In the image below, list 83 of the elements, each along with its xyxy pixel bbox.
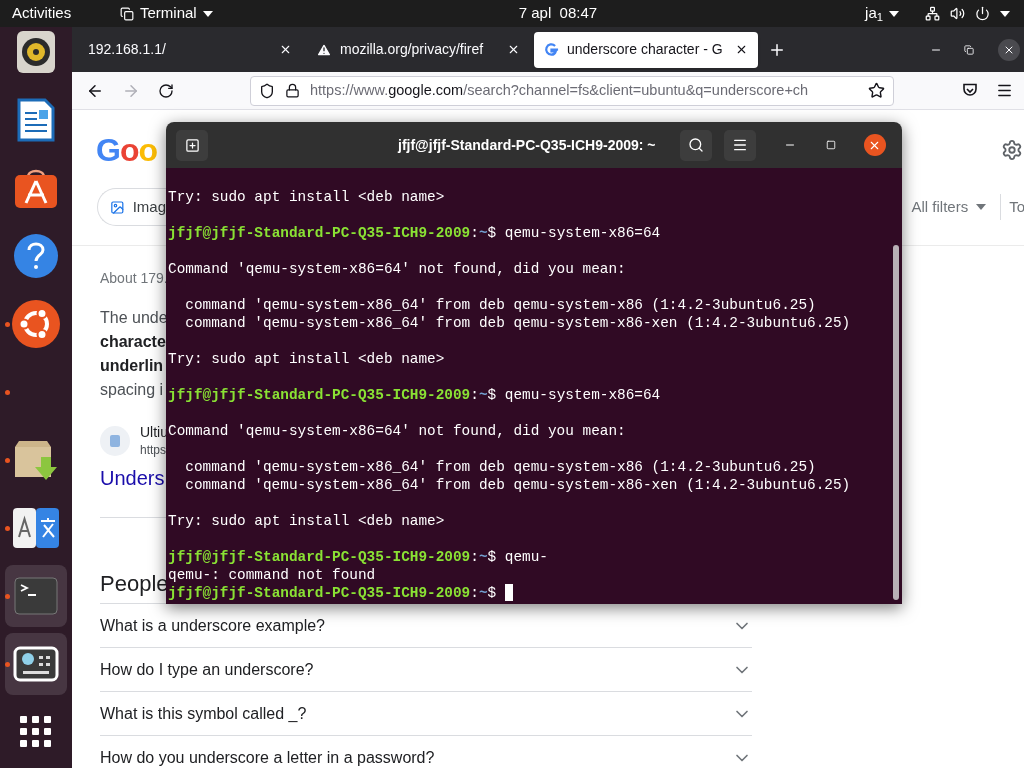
caret-icon xyxy=(202,10,213,17)
window-title: jfjf@jfjf-Standard-PC-Q35-ICH9-2009: ~ xyxy=(398,135,656,155)
keyboard-icon[interactable] xyxy=(13,646,59,682)
snippet-text: underlin xyxy=(100,356,164,376)
bookmark-star-icon[interactable] xyxy=(868,82,885,99)
prompt-line: jfjf@jfjf-Standard-PC-Q35-ICH9-2009:~$ xyxy=(168,584,497,602)
tools-button[interactable]: To xyxy=(1009,195,1024,219)
speaker-icon[interactable] xyxy=(16,30,56,74)
tab-title: 192.168.1.1/ xyxy=(88,40,167,59)
shield-icon xyxy=(259,82,275,99)
question-row[interactable]: How do I type an underscore? xyxy=(100,647,752,691)
app-grid-icon[interactable] xyxy=(20,716,52,748)
image-icon xyxy=(110,198,125,216)
menu-button[interactable] xyxy=(723,129,756,161)
translate-icon[interactable] xyxy=(13,508,59,548)
question-row[interactable]: How do you underscore a letter in a password? xyxy=(100,735,752,768)
snippet-text: characte xyxy=(100,332,166,352)
volume-icon xyxy=(950,6,966,21)
site-url: https xyxy=(140,442,166,459)
terminal-output: Try: sudo apt install <deb name> xyxy=(168,188,445,206)
close-button[interactable] xyxy=(998,38,1020,61)
browser-tab[interactable]: underscore character - G xyxy=(534,31,758,68)
reload-icon[interactable] xyxy=(158,82,174,99)
caret-icon xyxy=(889,10,900,17)
restore-icon[interactable] xyxy=(964,44,974,55)
new-tab-button[interactable] xyxy=(176,129,208,161)
clock[interactable]: 7 apl 08:47 xyxy=(518,2,598,25)
maximize-icon[interactable] xyxy=(825,140,836,150)
close-icon[interactable] xyxy=(735,43,748,56)
terminal-output: Try: sudo apt install <deb name> xyxy=(168,512,445,530)
terminal-output: Command 'qemu-system-x86=64' not found, did you mean: xyxy=(168,422,626,440)
power-icon xyxy=(975,6,991,21)
prompt-line: jfjf@jfjf-Standard-PC-Q35-ICH9-2009:~$ qemu-system-x86=64 xyxy=(168,224,661,242)
prompt-line: jfjf@jfjf-Standard-PC-Q35-ICH9-2009:~$ qemu-system-x86=64 xyxy=(168,386,661,404)
question-row[interactable]: What is this symbol called _? xyxy=(100,691,752,735)
tab-title: underscore character - G xyxy=(567,40,724,59)
all-filters-button[interactable]: All filters xyxy=(911,195,987,219)
pocket-icon[interactable] xyxy=(962,83,978,98)
terminal-output: Try: sudo apt install <deb name> xyxy=(168,350,445,368)
prompt-line: jfjf@jfjf-Standard-PC-Q35-ICH9-2009:~$ qemu- xyxy=(168,548,548,566)
caret-icon xyxy=(1000,10,1011,17)
warning-icon xyxy=(316,41,332,58)
terminal-output: command 'qemu-system-x86_64' from deb qemu-system-x86-xen (1:4.2-3ubuntu6.25) xyxy=(185,476,851,494)
close-icon[interactable] xyxy=(279,43,292,56)
close-button[interactable] xyxy=(863,134,886,156)
new-tab-icon xyxy=(184,137,200,153)
result-link[interactable]: Unders xyxy=(100,463,165,493)
app-menu[interactable]: Terminal xyxy=(120,2,213,25)
google-icon xyxy=(544,42,559,57)
url-text: https://www.google.com/search?channel=fs&client=ubuntu&q=underscore+ch xyxy=(310,80,810,100)
browser-tab[interactable]: 192.168.1.1/ xyxy=(78,31,302,68)
site-favicon xyxy=(100,426,130,456)
section-heading: People xyxy=(100,570,169,598)
activities-button[interactable]: Activities xyxy=(12,2,96,25)
network-icon xyxy=(925,6,941,21)
url-field[interactable]: https://www.google.com/search?channel=fs&client=ubuntu&q=underscore+ch xyxy=(250,75,894,106)
search-button[interactable] xyxy=(679,129,712,161)
search-icon xyxy=(687,137,704,153)
terminal-output: qemu-: command not found xyxy=(168,566,376,584)
menu-icon xyxy=(731,137,748,153)
input-source[interactable]: ja$_{1}$ xyxy=(865,2,900,25)
system-menu[interactable] xyxy=(925,6,1011,21)
terminal-output: Command 'qemu-system-x86=64' not found, did you mean: xyxy=(168,260,626,278)
snippet-text: spacing i xyxy=(100,380,164,400)
browser-tab[interactable]: mozilla.org/privacy/firef xyxy=(306,31,530,68)
terminal-output: command 'qemu-system-x86_64' from deb qemu-system-x86 (1:4.2-3ubuntu6.25) xyxy=(185,296,816,314)
scrollbar-thumb[interactable] xyxy=(893,245,899,600)
ubuntu-icon[interactable] xyxy=(12,300,60,348)
terminal-output: command 'qemu-system-x86_64' from deb qemu-system-x86-xen (1:4.2-3ubuntu6.25) xyxy=(185,314,851,332)
google-logo: Goo xyxy=(96,131,157,170)
settings-icon[interactable] xyxy=(1001,139,1023,161)
shopping-bag-icon[interactable] xyxy=(13,167,59,209)
lock-icon xyxy=(285,83,300,98)
snippet-text: The unde xyxy=(100,308,168,328)
help-icon[interactable] xyxy=(13,233,59,279)
document-icon[interactable] xyxy=(17,98,55,142)
result-stats: About 179. xyxy=(100,269,168,288)
package-icon[interactable] xyxy=(13,439,59,481)
caret-icon xyxy=(976,204,987,210)
terminal-output: command 'qemu-system-x86_64' from deb qemu-system-x86 (1:4.2-3ubuntu6.25) xyxy=(185,458,816,476)
tab-title: mozilla.org/privacy/firef xyxy=(340,40,485,59)
close-icon[interactable] xyxy=(507,43,520,56)
menu-icon[interactable] xyxy=(996,82,1013,99)
